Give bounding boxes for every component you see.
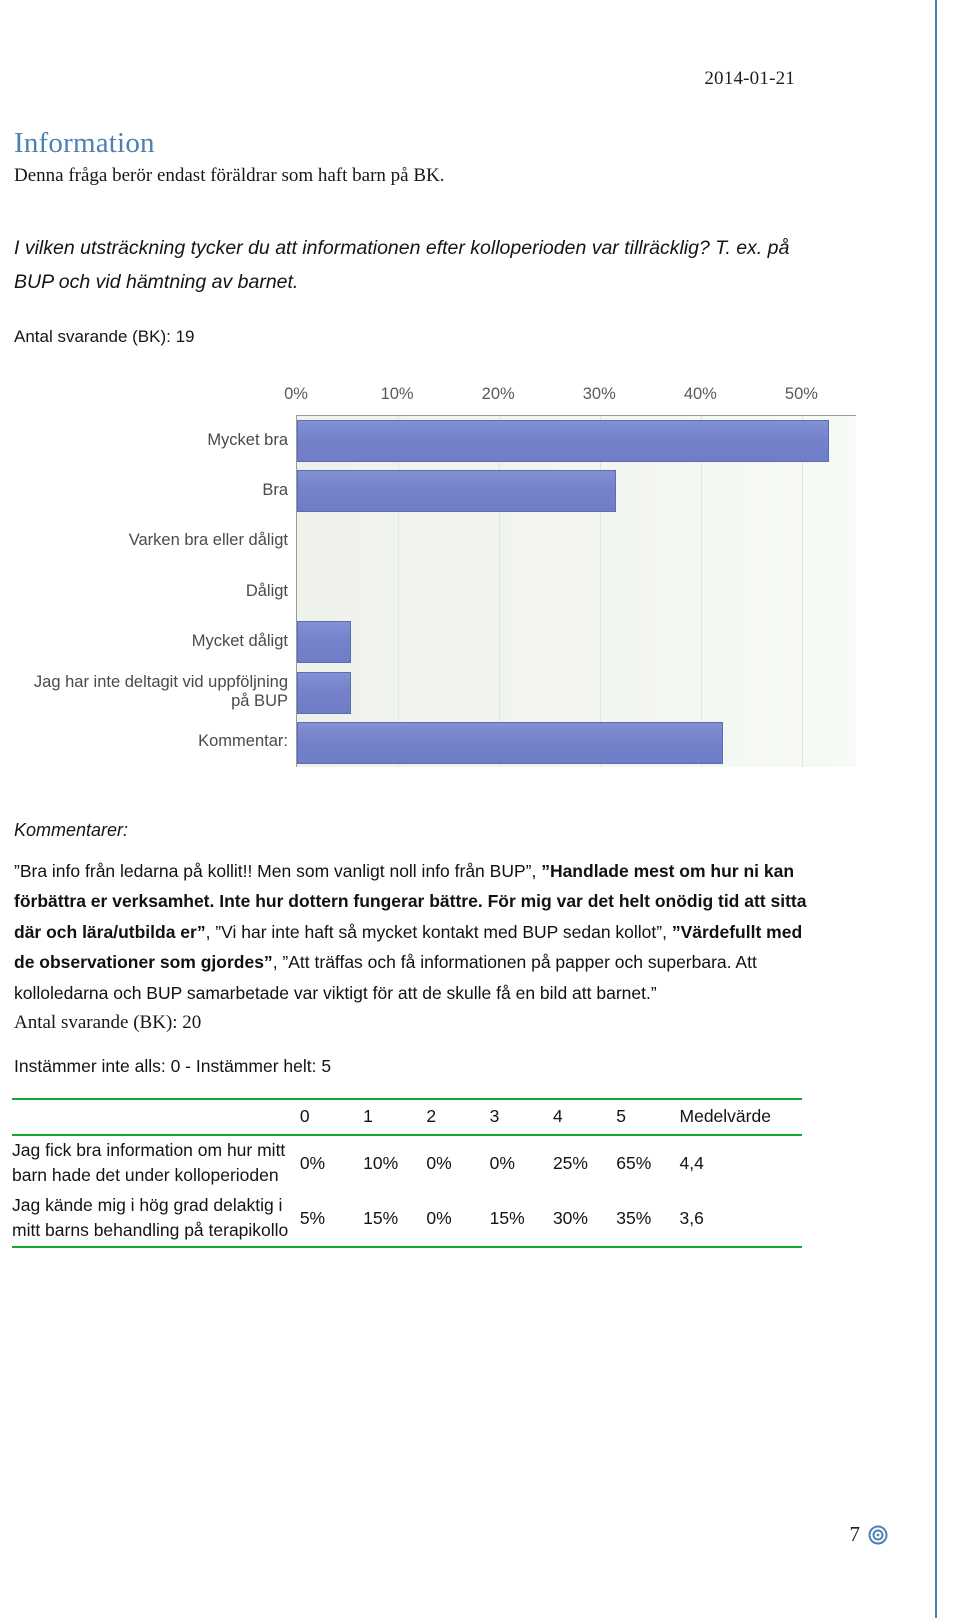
table-header-cell: 5 bbox=[616, 1106, 626, 1126]
chart-gridline bbox=[398, 416, 400, 767]
table-cell-percent: 25% bbox=[552, 1152, 588, 1173]
page-footer: 7 bbox=[0, 1522, 888, 1547]
table-header-cell: 1 bbox=[363, 1106, 373, 1126]
chart-bar bbox=[297, 470, 617, 513]
chart-category-labels: Mycket bra Bra Varken bra eller dåligt Dåli… bbox=[18, 415, 296, 767]
results-table-body: Jag fick bra information om hur mitt bar… bbox=[12, 1135, 802, 1247]
chart-gridline bbox=[499, 416, 501, 767]
document-page: 2014-01-21 Information Denna fråga berör… bbox=[0, 0, 935, 1618]
comments-body: ”Bra info från ledarna på kollit!! Men s… bbox=[14, 856, 814, 1008]
table-row-label: Jag kände mig i hög grad delaktig i mitt… bbox=[12, 1194, 289, 1241]
table-header-cell: 0 bbox=[299, 1106, 310, 1126]
chart-bar bbox=[297, 621, 351, 664]
table-row: Jag kände mig i hög grad delaktig i mitt… bbox=[12, 1191, 802, 1247]
table-header-cell: 2 bbox=[426, 1106, 437, 1126]
chart-gridline bbox=[701, 416, 703, 767]
page-number: 7 bbox=[849, 1522, 861, 1546]
table-cell-percent: 35% bbox=[616, 1207, 652, 1228]
chart-bar bbox=[297, 721, 723, 764]
chart-bar bbox=[297, 420, 829, 463]
table-cell-percent: 15% bbox=[489, 1207, 525, 1228]
chart-category-label: Varken bra eller dåligt bbox=[128, 531, 288, 550]
question-text: I vilken utsträckning tycker du att info… bbox=[14, 236, 790, 293]
page-title: Information bbox=[14, 127, 155, 159]
chart-gridline bbox=[802, 416, 804, 767]
chart-x-axis: 0% 10% 20% 30% 40% 50% bbox=[18, 385, 858, 413]
table-cell-percent: 65% bbox=[616, 1152, 652, 1173]
table-cell-percent: 15% bbox=[363, 1207, 399, 1228]
page-right-border bbox=[935, 0, 937, 1618]
comment-text: , ”Vi har inte haft så mycket kontakt me… bbox=[205, 921, 672, 942]
table-cell-mean: 4,4 bbox=[679, 1152, 704, 1173]
results-table-head: 0 1 2 3 4 5 Medelvärde bbox=[12, 1099, 802, 1135]
table-header-blank bbox=[12, 1099, 300, 1135]
table-header-cell: 3 bbox=[489, 1106, 500, 1126]
table-cell-percent: 10% bbox=[363, 1152, 399, 1173]
table-cell-percent: 0% bbox=[426, 1152, 452, 1173]
x-tick-label: 10% bbox=[380, 385, 414, 403]
table-cell-percent: 5% bbox=[299, 1207, 326, 1228]
chart-bar bbox=[297, 671, 351, 714]
chart-category-label: Kommentar: bbox=[198, 732, 288, 751]
chart-category-label: Mycket bra bbox=[207, 430, 288, 449]
chart-category-label: Mycket dåligt bbox=[191, 631, 288, 650]
x-tick-label: 20% bbox=[481, 385, 515, 403]
table-cell-percent: 30% bbox=[552, 1207, 588, 1228]
survey-respondents-count: Antal svarande (BK): 20 bbox=[14, 1012, 202, 1033]
document-content: Information Denna fråga berör endast för… bbox=[14, 127, 874, 349]
intro-text: Denna fråga berör endast föräldrar som h… bbox=[14, 164, 445, 186]
comments-heading: Kommentarer: bbox=[14, 820, 129, 840]
table-row: Jag fick bra information om hur mitt bar… bbox=[12, 1135, 802, 1191]
table-cell-mean: 3,6 bbox=[679, 1207, 704, 1228]
x-tick-label: 30% bbox=[582, 385, 616, 403]
results-table: 0 1 2 3 4 5 Medelvärde Jag fick bra informatio… bbox=[12, 1098, 802, 1248]
table-header-row: 0 1 2 3 4 5 Medelvärde bbox=[12, 1099, 802, 1135]
respondents-count: Antal svarande (BK): 19 bbox=[14, 326, 195, 346]
table-row-label: Jag fick bra information om hur mitt bar… bbox=[12, 1140, 286, 1186]
document-date: 2014-01-21 bbox=[704, 68, 795, 89]
table-header-cell: Medelvärde bbox=[679, 1106, 771, 1126]
bullseye-icon bbox=[868, 1525, 888, 1545]
x-tick-label: 40% bbox=[683, 385, 717, 403]
x-tick-label: 0% bbox=[284, 385, 308, 403]
chart-body: Mycket bra Bra Varken bra eller dåligt Dåli… bbox=[18, 415, 858, 767]
bar-chart: 0% 10% 20% 30% 40% 50% Mycket bra Bra Varken br… bbox=[18, 385, 858, 770]
table-cell-percent: 0% bbox=[299, 1152, 326, 1173]
table-header-cell: 4 bbox=[552, 1106, 563, 1126]
chart-category-label: Dåligt bbox=[245, 581, 288, 600]
chart-category-label: Bra bbox=[262, 480, 288, 499]
chart-plot-area bbox=[296, 415, 856, 767]
comment-text: ”Bra info från ledarna på kollit!! Men s… bbox=[14, 861, 542, 881]
table-cell-percent: 0% bbox=[489, 1152, 515, 1173]
chart-gridline bbox=[600, 416, 602, 767]
chart-category-label: Jag har inte deltagit vid uppföljning på… bbox=[33, 672, 288, 711]
scale-note: Instämmer inte alls: 0 - Instämmer helt:… bbox=[14, 1056, 332, 1076]
x-tick-label: 50% bbox=[784, 385, 818, 403]
table-cell-percent: 0% bbox=[426, 1207, 452, 1228]
